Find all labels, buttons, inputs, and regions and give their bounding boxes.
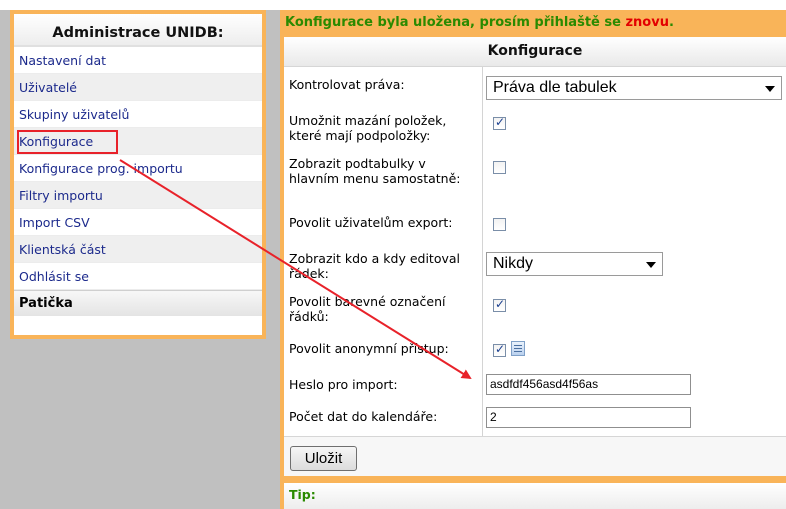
sidebar-item-konfigurace-prog-importu[interactable]: Konfigurace prog. importu <box>14 155 262 182</box>
sidebar: Administrace UNIDB: Nastavení dat Uživat… <box>10 10 266 339</box>
check-rights-value: Práva dle tabulek <box>493 79 617 96</box>
sidebar-item-odhlasit-se[interactable]: Odhlásit se <box>14 263 262 290</box>
relogin-link[interactable]: znovu <box>625 15 668 30</box>
label-check-rights: Kontrolovat práva: <box>289 77 405 92</box>
sidebar-item-konfigurace[interactable]: Konfigurace <box>14 128 262 155</box>
calendar-count-input[interactable]: 2 <box>486 407 691 428</box>
save-notice-text: Konfigurace byla uložena, prosím přihlaš… <box>285 15 626 30</box>
show-editor-value: Nikdy <box>493 255 534 272</box>
sidebar-item-nastaveni-dat[interactable]: Nastavení dat <box>14 47 262 74</box>
anon-access-checkbox[interactable] <box>493 342 506 357</box>
label-show-editor: Zobrazit kdo a kdy editoval řádek: <box>289 251 461 281</box>
sidebar-footer: Patička <box>14 290 262 316</box>
label-show-subtables: Zobrazit podtabulky v hlavním menu samos… <box>289 156 461 186</box>
config-panel: Konfigurace Kontrolovat práva: Práva dle… <box>284 37 786 509</box>
list-icon[interactable] <box>511 341 525 356</box>
save-button[interactable]: Uložit <box>290 446 357 471</box>
label-allow-delete: Umožnit mazání položek, které mají podpo… <box>289 113 447 143</box>
label-calendar-count: Počet dat do kalendáře: <box>289 409 438 424</box>
sidebar-item-konfigurace-label: Konfigurace <box>19 134 94 149</box>
button-bar: Uložit <box>284 436 786 476</box>
row-color-checkbox[interactable] <box>493 297 506 312</box>
check-rights-select[interactable]: Práva dle tabulek <box>486 76 782 100</box>
label-import-password: Heslo pro import: <box>289 377 398 392</box>
show-subtables-checkbox[interactable] <box>493 161 506 174</box>
sidebar-item-skupiny-uzivatelu[interactable]: Skupiny uživatelů <box>14 101 262 128</box>
chevron-down-icon <box>646 262 656 268</box>
main-area: Konfigurace byla uložena, prosím přihlaš… <box>280 10 786 509</box>
config-panel-title: Konfigurace <box>284 37 786 67</box>
sidebar-item-klientska-cast[interactable]: Klientská část <box>14 236 262 263</box>
sidebar-title: Administrace UNIDB: <box>14 14 262 47</box>
chevron-down-icon <box>765 86 775 92</box>
tip-bar: Tip: <box>284 483 786 509</box>
save-notice-end: . <box>668 15 674 30</box>
allow-delete-checkbox[interactable] <box>493 115 506 130</box>
gap-bar <box>284 476 786 483</box>
top-strip <box>0 0 786 10</box>
show-editor-select[interactable]: Nikdy <box>486 252 663 276</box>
label-allow-export: Povolit uživatelům export: <box>289 215 453 230</box>
label-row-color: Povolit barevné označení řádků: <box>289 294 446 324</box>
sidebar-item-filtry-importu[interactable]: Filtry importu <box>14 182 262 209</box>
save-notice: Konfigurace byla uložena, prosím přihlaš… <box>285 14 674 36</box>
label-anon-access: Povolit anonymní přístup: <box>289 341 449 356</box>
sidebar-item-import-csv[interactable]: Import CSV <box>14 209 262 236</box>
allow-export-checkbox[interactable] <box>493 218 506 231</box>
column-divider <box>482 67 483 436</box>
sidebar-inner: Administrace UNIDB: Nastavení dat Uživat… <box>14 14 262 335</box>
sidebar-item-uzivatele[interactable]: Uživatelé <box>14 74 262 101</box>
import-password-input[interactable]: asdfdf456asd4f56as <box>486 374 691 395</box>
